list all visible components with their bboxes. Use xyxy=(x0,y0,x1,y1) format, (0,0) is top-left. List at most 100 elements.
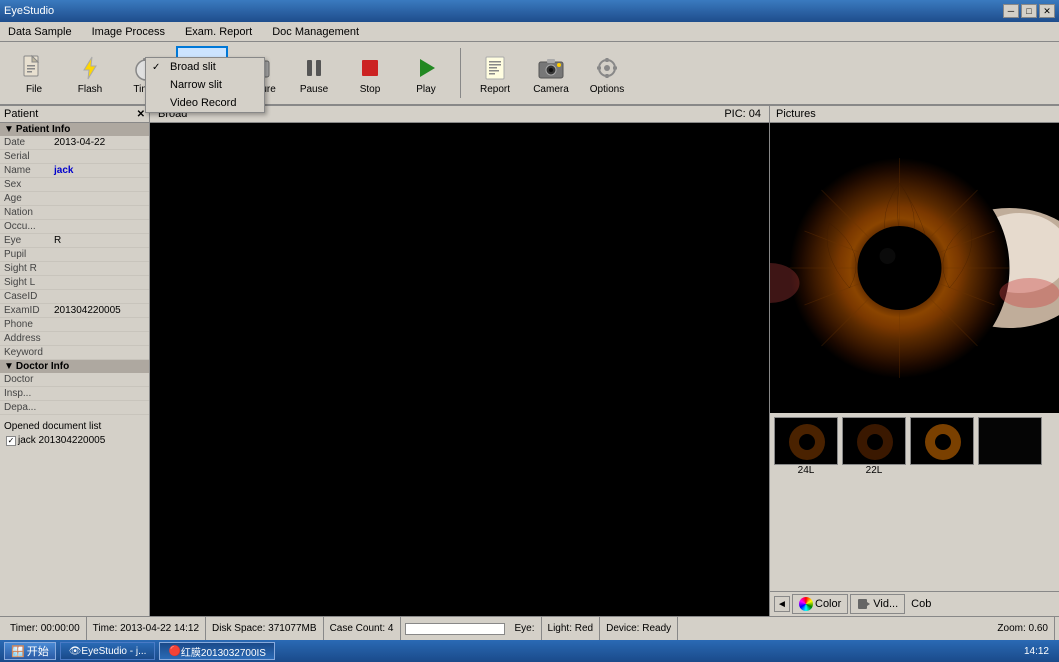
main-eye-image[interactable] xyxy=(770,123,1059,413)
left-panel: Patient ✕ ▼ Patient Info Date 2013-04-22… xyxy=(0,106,150,616)
caseid-value xyxy=(54,291,145,302)
center-panel: Broad PIC: 04 xyxy=(150,106,769,616)
flash-label: Flash xyxy=(78,84,102,95)
menu-exam-report[interactable]: Exam. Report xyxy=(181,24,256,40)
pupil-label: Pupil xyxy=(4,249,54,260)
pictures-header: Pictures xyxy=(770,106,1059,123)
play-button[interactable]: Play xyxy=(400,46,452,100)
narrow-slit-item[interactable]: Narrow slit xyxy=(146,76,264,94)
options-button[interactable]: Options xyxy=(581,46,633,100)
field-serial: Serial xyxy=(0,150,149,164)
patient-info-label: Patient Info xyxy=(16,124,70,135)
keyword-value xyxy=(54,347,145,358)
broad-slit-item[interactable]: Broad slit xyxy=(146,58,264,76)
address-value xyxy=(54,333,145,344)
patient-panel-header: Patient ✕ xyxy=(0,106,149,123)
section-arrow: ▼ xyxy=(4,124,14,135)
thumb-container-1: 24L xyxy=(774,417,838,476)
start-label: 开始 xyxy=(27,643,49,659)
doc-item-label: jack 201304220005 xyxy=(18,435,105,446)
title-text: EyeStudio xyxy=(4,5,54,17)
taskbar-hongmo-label: 红膜2013032700IS xyxy=(181,644,266,659)
vid-icon xyxy=(857,597,871,611)
color-button[interactable]: Color xyxy=(792,594,848,614)
pause-icon xyxy=(298,52,330,84)
thumbnail-1[interactable] xyxy=(774,417,838,465)
pictures-title: Pictures xyxy=(776,108,816,120)
toolbar-separator xyxy=(460,48,461,98)
occu-label: Occu... xyxy=(4,221,54,232)
field-occu: Occu... xyxy=(0,220,149,234)
narrow-slit-label: Narrow slit xyxy=(170,79,222,91)
thumbnail-3[interactable] xyxy=(910,417,974,465)
eye-label: Eye xyxy=(4,235,54,246)
eye-svg xyxy=(770,123,1059,413)
video-record-item[interactable]: Video Record xyxy=(146,94,264,112)
start-button[interactable]: 🪟 开始 xyxy=(4,642,56,660)
menu-image-process[interactable]: Image Process xyxy=(88,24,169,40)
taskbar-eyestudio[interactable]: 👁 EyeStudio - j... xyxy=(60,642,156,660)
file-icon xyxy=(18,52,50,84)
color-circle-icon xyxy=(799,597,813,611)
close-button[interactable]: ✕ xyxy=(1039,4,1055,18)
field-age: Age xyxy=(0,192,149,206)
pause-button[interactable]: Pause xyxy=(288,46,340,100)
opened-docs-title: Opened document list xyxy=(4,421,145,432)
thumb-container-4 xyxy=(978,417,1042,476)
minimize-button[interactable]: ─ xyxy=(1003,4,1019,18)
thumbnail-2[interactable] xyxy=(842,417,906,465)
sex-label: Sex xyxy=(4,179,54,190)
field-sight-r: Sight R xyxy=(0,262,149,276)
vid-label: Vid... xyxy=(873,598,898,610)
thumbnail-4[interactable] xyxy=(978,417,1042,465)
report-button[interactable]: Report xyxy=(469,46,521,100)
doc-item[interactable]: ✓ jack 201304220005 xyxy=(4,434,145,447)
report-label: Report xyxy=(480,84,510,95)
right-panel-nav: ◄ Color Vid... Cob xyxy=(770,591,1059,616)
color-label: Color xyxy=(815,598,841,610)
thumb-label-2: 22L xyxy=(866,465,883,476)
windows-icon: 🪟 xyxy=(11,645,25,658)
thumb-container-2: 22L xyxy=(842,417,906,476)
sight-l-value xyxy=(54,277,145,288)
patient-info-section: ▼ Patient Info xyxy=(0,123,149,136)
options-icon xyxy=(591,52,623,84)
menu-data-sample[interactable]: Data Sample xyxy=(4,24,76,40)
patient-title: Patient xyxy=(4,108,38,120)
opened-docs-section: Opened document list ✓ jack 201304220005 xyxy=(0,419,149,449)
vid-button[interactable]: Vid... xyxy=(850,594,905,614)
camera-label: Camera xyxy=(533,84,569,95)
status-zoom: Zoom: 0.60 xyxy=(991,617,1055,640)
status-bar: Timer: 00:00:00 Time: 2013-04-22 14:12 D… xyxy=(0,616,1059,640)
keyword-label: Keyword xyxy=(4,347,54,358)
field-nation: Nation xyxy=(0,206,149,220)
options-label: Options xyxy=(590,84,624,95)
insp-value xyxy=(54,388,145,399)
prev-arrow-button[interactable]: ◄ xyxy=(774,596,790,612)
main-content: Patient ✕ ▼ Patient Info Date 2013-04-22… xyxy=(0,106,1059,616)
taskbar-hongmo[interactable]: 🔴 红膜2013032700IS xyxy=(159,642,275,660)
status-light: Light: Red xyxy=(542,617,601,640)
camera-icon xyxy=(535,52,567,84)
stop-label: Stop xyxy=(360,84,381,95)
maximize-button[interactable]: □ xyxy=(1021,4,1037,18)
field-phone: Phone xyxy=(0,318,149,332)
taskbar-eyestudio-label: EyeStudio - j... xyxy=(81,646,146,657)
doctor-section-arrow: ▼ xyxy=(4,361,14,372)
age-label: Age xyxy=(4,193,54,204)
field-name: Name jack xyxy=(0,164,149,178)
doc-checkbox[interactable]: ✓ xyxy=(6,436,16,446)
stop-button[interactable]: Stop xyxy=(344,46,396,100)
patient-panel-close[interactable]: ✕ xyxy=(137,109,145,120)
menu-doc-management[interactable]: Doc Management xyxy=(268,24,363,40)
video-record-label: Video Record xyxy=(170,97,236,109)
file-button[interactable]: File xyxy=(8,46,60,100)
nation-label: Nation xyxy=(4,207,54,218)
camera-button[interactable]: Camera xyxy=(525,46,577,100)
flash-button[interactable]: Flash xyxy=(64,46,116,100)
depa-value xyxy=(54,402,145,413)
right-panel: Pictures xyxy=(769,106,1059,616)
flash-icon xyxy=(74,52,106,84)
sight-l-label: Sight L xyxy=(4,277,54,288)
doctor-info-label: Doctor Info xyxy=(16,361,69,372)
